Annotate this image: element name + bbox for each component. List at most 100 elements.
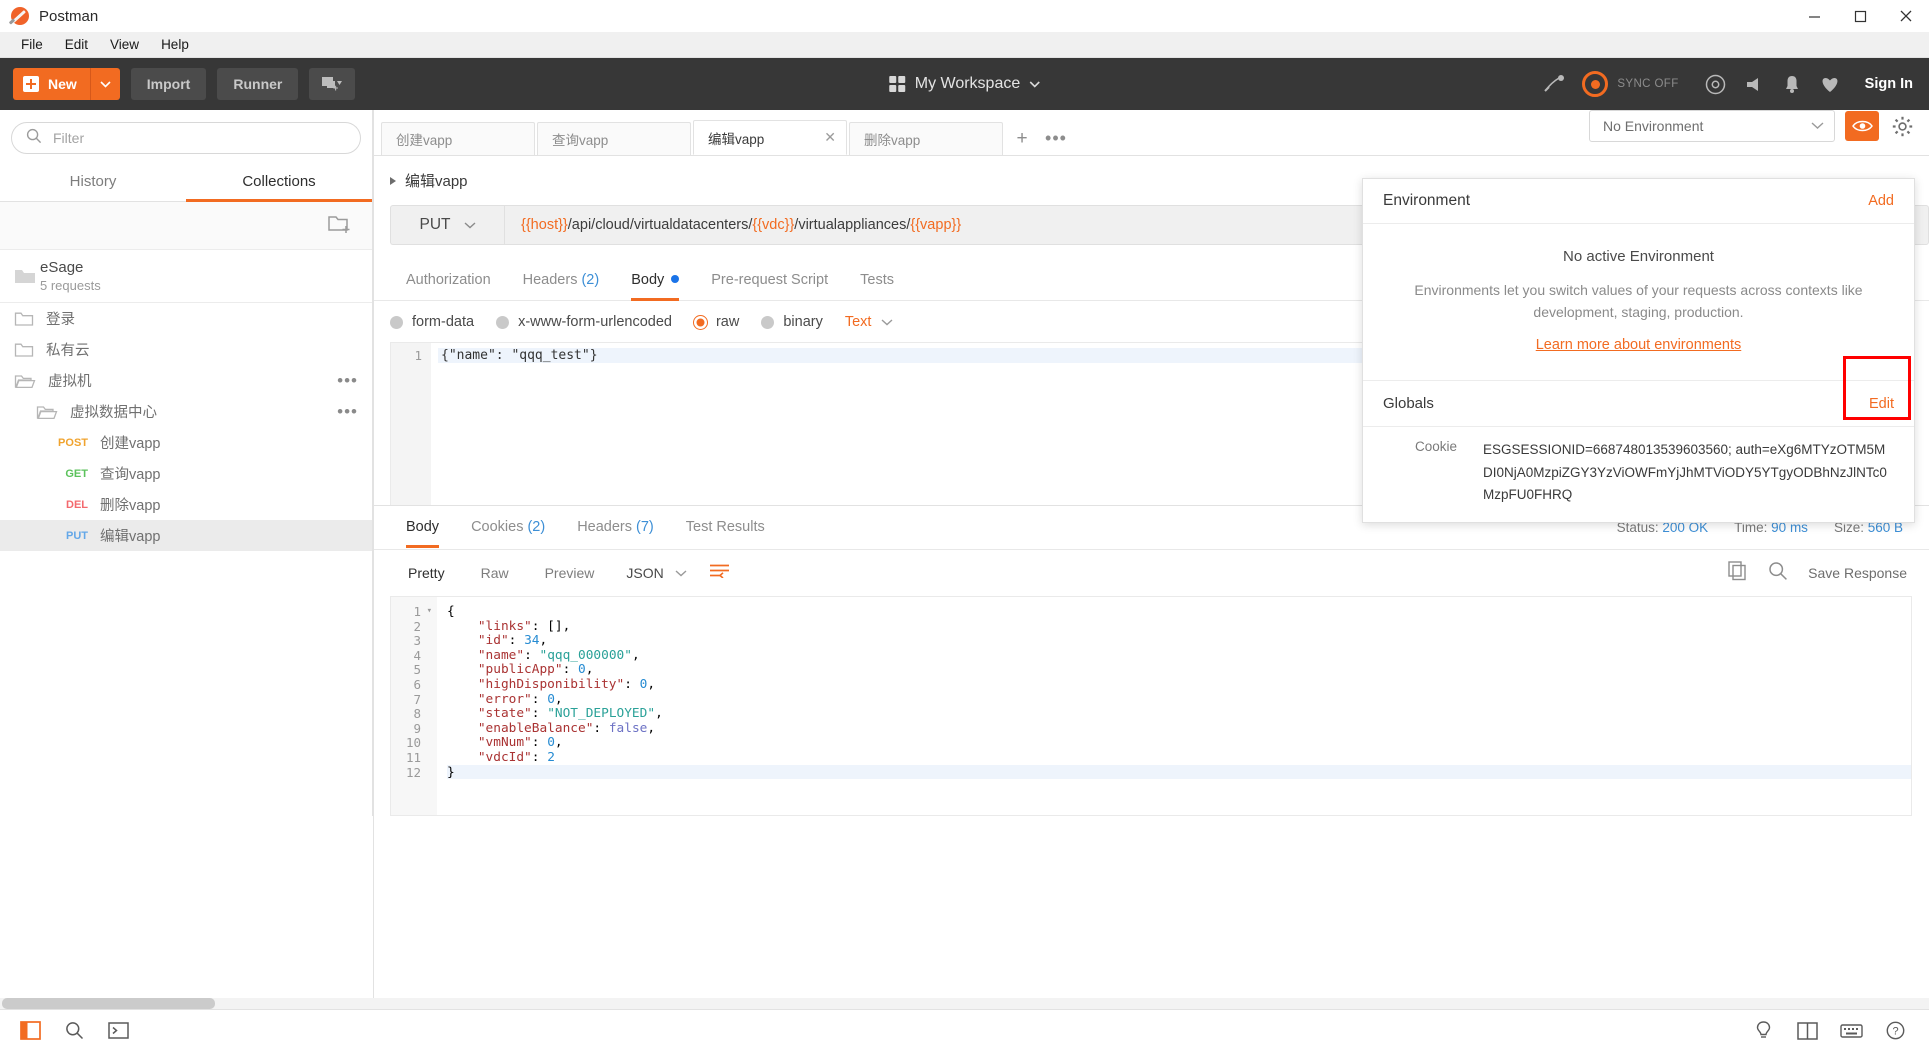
tree-request-row[interactable]: POST 创建vapp [0, 427, 372, 458]
environment-add-button[interactable]: Add [1868, 193, 1894, 209]
request-section-tab[interactable]: Headers (2) [507, 262, 616, 300]
runner-button[interactable]: Runner [217, 68, 299, 100]
close-tab-icon[interactable]: ✕ [824, 129, 836, 146]
view-mode-preview[interactable]: Preview [527, 560, 613, 586]
request-tab[interactable]: 编辑vapp ✕ [693, 120, 847, 155]
collection-row[interactable]: eSage 5 requests [0, 250, 372, 303]
horizontal-scrollbar[interactable] [0, 998, 1929, 1009]
body-type-radio[interactable]: x-www-form-urlencoded [496, 314, 672, 330]
tree-folder-row[interactable]: 私有云 [0, 334, 372, 365]
tree-item-more-icon[interactable]: ••• [337, 371, 358, 391]
request-tab[interactable]: 创建vapp [381, 122, 535, 155]
response-line: "links": [], [477, 618, 571, 634]
filter-input[interactable]: Filter [11, 122, 361, 154]
find-icon[interactable] [52, 1011, 96, 1051]
globals-edit-button[interactable]: Edit [1869, 396, 1894, 412]
antenna-icon[interactable] [1538, 67, 1572, 101]
request-tab[interactable]: 删除vapp [849, 122, 1003, 155]
folder-icon [36, 403, 58, 420]
environment-settings-icon[interactable] [1889, 116, 1915, 137]
console-icon[interactable] [96, 1011, 140, 1051]
new-window-button[interactable]: + [309, 68, 356, 100]
radio-circle-icon [761, 315, 775, 329]
filter-placeholder: Filter [53, 130, 85, 146]
bulb-icon[interactable] [1741, 1011, 1785, 1051]
menu-item-view[interactable]: View [99, 34, 150, 55]
request-section-tab[interactable]: Tests [844, 262, 910, 300]
view-mode-raw[interactable]: Raw [463, 560, 527, 586]
response-body[interactable]: 1 ▾ 2 3 4 5 6 7 8 9 10 11 12 { "links": [], "id": 34… [390, 596, 1912, 816]
minimize-button[interactable] [1791, 0, 1837, 32]
response-line-number: 10 [405, 735, 421, 751]
tree-request-row[interactable]: GET 查询vapp [0, 458, 372, 489]
globals-variable-row: Cookie ESGSESSIONID=668748013539603560; … [1383, 439, 1894, 506]
menu-item-help[interactable]: Help [150, 34, 200, 55]
sign-in-button[interactable]: Sign In [1865, 76, 1913, 92]
tree-folder-row[interactable]: 虚拟数据中心 ••• [0, 396, 372, 427]
body-type-radio[interactable]: raw [693, 314, 739, 330]
new-dropdown-button[interactable] [89, 68, 120, 100]
tree-folder-row[interactable]: 登录 [0, 303, 372, 334]
workspace-selector[interactable]: My Workspace [888, 75, 1041, 93]
response-tab[interactable]: Body [390, 509, 455, 548]
request-tab-label: 查询vapp [552, 133, 609, 148]
method-select[interactable]: PUT [390, 205, 504, 245]
tabstrip-more-button[interactable]: ••• [1039, 122, 1073, 155]
response-format-select[interactable]: JSON [626, 565, 687, 581]
close-button[interactable] [1883, 0, 1929, 32]
expand-triangle-icon[interactable] [390, 176, 396, 185]
toggle-sidebar-icon[interactable] [8, 1011, 52, 1051]
raw-format-select[interactable]: Text [845, 314, 894, 330]
response-line: "highDisponibility": 0, [477, 676, 656, 692]
menu-item-edit[interactable]: Edit [54, 34, 99, 55]
request-section-tab[interactable]: Pre-request Script [695, 262, 844, 300]
keyboard-icon[interactable] [1829, 1011, 1873, 1051]
response-tab-label: Test Results [685, 518, 765, 535]
save-response-button[interactable]: Save Response [1808, 565, 1907, 581]
response-line: "enableBalance": false, [477, 720, 656, 736]
new-collection-icon[interactable] [327, 213, 351, 239]
import-button[interactable]: Import [130, 68, 207, 100]
bell-icon[interactable] [1775, 67, 1809, 101]
tree-item-label: 虚拟机 [48, 374, 92, 390]
response-tab[interactable]: Headers (7) [561, 509, 670, 547]
fold-triangle-icon[interactable]: ▾ [427, 606, 432, 616]
tab-history[interactable]: History [0, 164, 186, 201]
workspace-label: My Workspace [914, 75, 1021, 92]
tree-request-row[interactable]: PUT 编辑vapp [0, 520, 372, 551]
two-pane-icon[interactable] [1785, 1011, 1829, 1051]
view-mode-pretty[interactable]: Pretty [390, 560, 463, 586]
maximize-button[interactable] [1837, 0, 1883, 32]
new-button[interactable]: New [13, 68, 90, 100]
body-type-radio[interactable]: form-data [390, 314, 474, 330]
request-tab[interactable]: 查询vapp [537, 122, 691, 155]
tree-request-row[interactable]: DEL 删除vapp [0, 489, 372, 520]
megaphone-icon[interactable] [1737, 67, 1771, 101]
wrap-lines-button[interactable] [709, 563, 730, 583]
learn-more-link[interactable]: Learn more about environments [1536, 337, 1742, 353]
environment-quick-look-button[interactable] [1845, 111, 1879, 141]
chevron-down-icon [881, 315, 893, 329]
sync-status-icon[interactable] [1582, 71, 1609, 97]
help-icon[interactable]: ? [1873, 1011, 1917, 1051]
copy-icon[interactable] [1727, 560, 1748, 586]
environment-select[interactable]: No Environment [1589, 110, 1835, 142]
response-tab-label: Cookies [471, 518, 524, 535]
request-section-tab[interactable]: Authorization [390, 262, 507, 300]
tab-collections[interactable]: Collections [186, 164, 372, 202]
filter-wrapper: Filter [0, 110, 372, 164]
request-section-tab[interactable]: Body [615, 262, 695, 301]
search-icon[interactable] [1768, 561, 1788, 586]
heart-icon[interactable] [1813, 67, 1847, 101]
tree-folder-row[interactable]: 虚拟机 ••• [0, 365, 372, 396]
folder-icon [14, 310, 34, 327]
sidebar: Filter History Collections eSage 5 reque… [0, 110, 373, 816]
menu-item-file[interactable]: File [10, 34, 54, 55]
response-tab[interactable]: Test Results [670, 509, 781, 547]
add-tab-button[interactable]: + [1005, 122, 1039, 155]
body-type-radio[interactable]: binary [761, 314, 823, 330]
help-circle-icon[interactable] [1699, 67, 1733, 101]
response-tab[interactable]: Cookies (2) [455, 509, 561, 547]
tree-item-more-icon[interactable]: ••• [337, 402, 358, 422]
app-toolbar: New Import Runner + My Workspace SYNC OF… [0, 58, 1929, 110]
